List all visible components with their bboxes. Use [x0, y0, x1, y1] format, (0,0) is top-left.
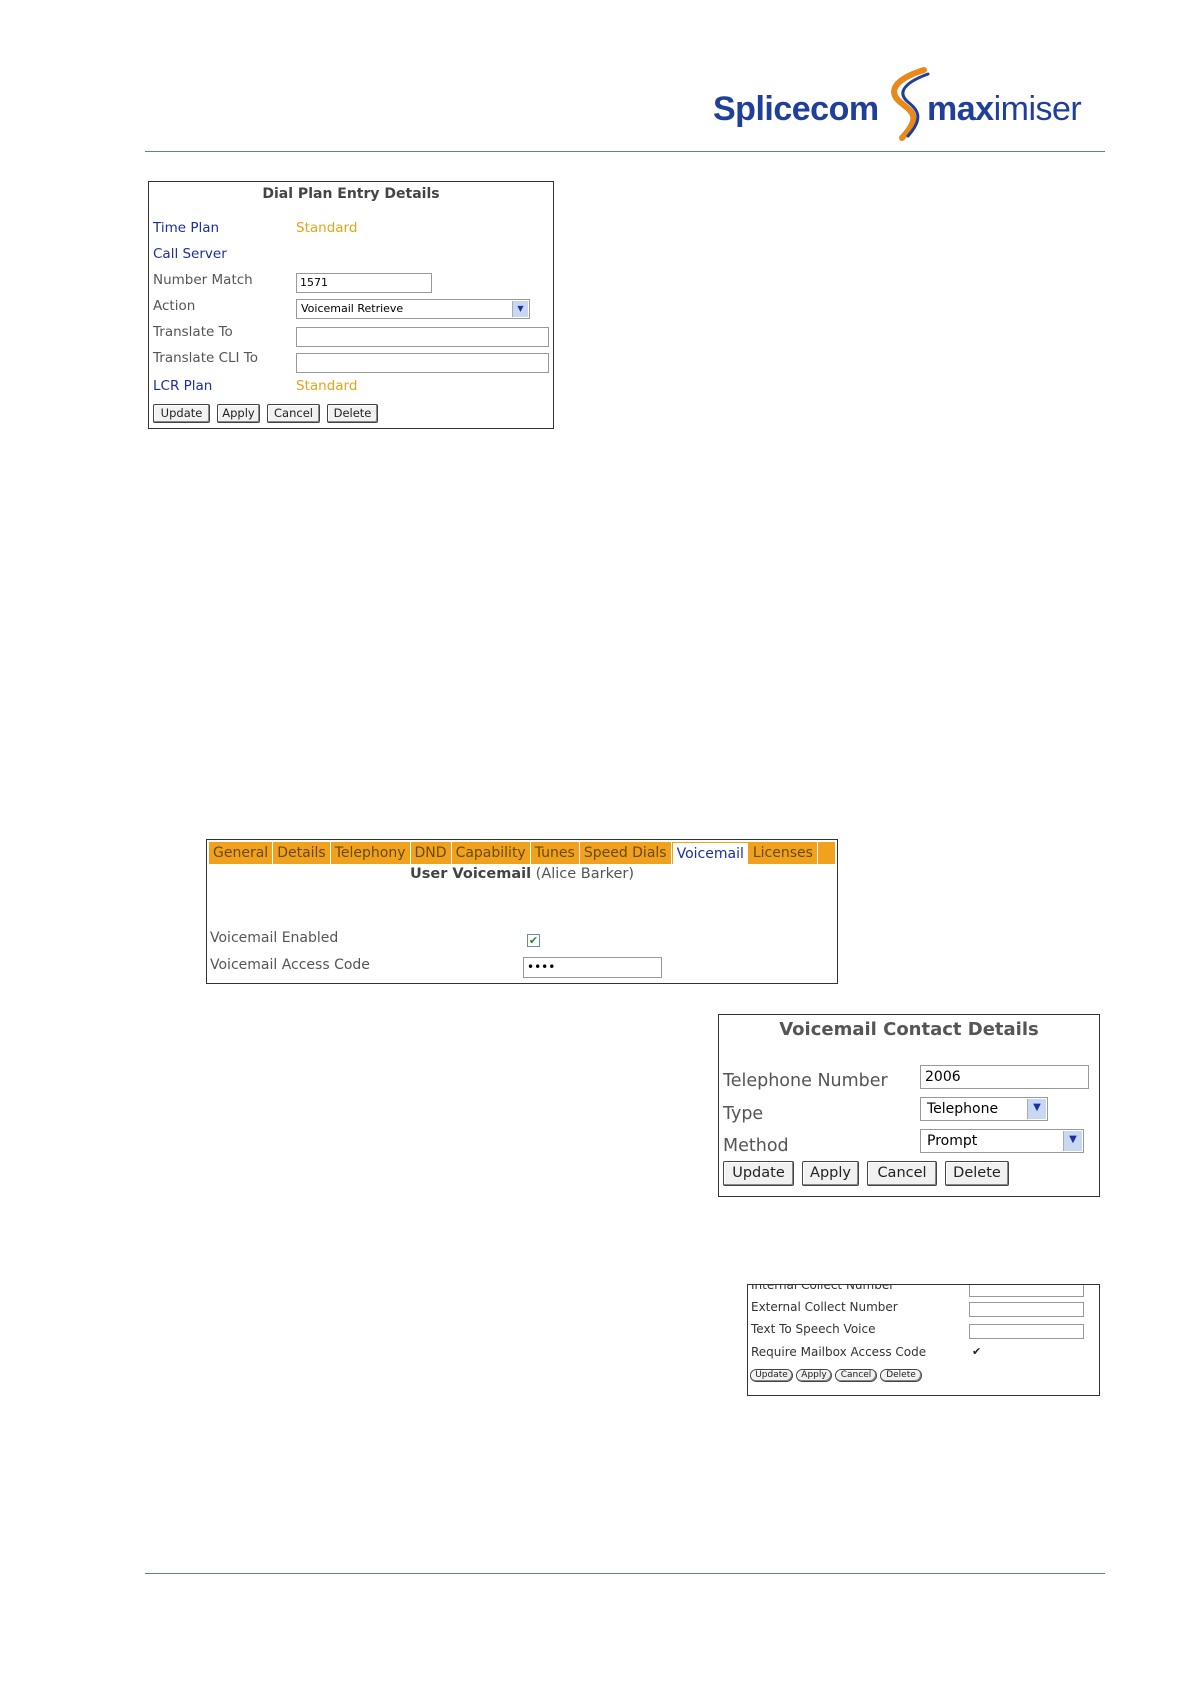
chevron-down-icon: ▼: [1063, 1131, 1082, 1151]
user-voicemail-heading: User Voicemail: [409, 866, 532, 882]
translate-to-input[interactable]: [296, 327, 549, 347]
cancel-button[interactable]: Cancel: [835, 1369, 877, 1382]
voicemail-enabled-checkbox[interactable]: ✔: [527, 934, 540, 947]
method-select[interactable]: Prompt ▼: [920, 1129, 1084, 1153]
telephone-number-label: Telephone Number: [723, 1071, 888, 1091]
voicemail-contact-panel: Voicemail Contact Details Telephone Numb…: [718, 1014, 1100, 1197]
translate-cli-input[interactable]: [296, 353, 549, 373]
footer-divider: [145, 1573, 1105, 1574]
call-server-link[interactable]: Call Server: [153, 246, 227, 262]
tab-dnd[interactable]: DND: [411, 842, 452, 864]
delete-button[interactable]: Delete: [327, 404, 378, 423]
method-label: Method: [723, 1136, 789, 1156]
tab-telephony[interactable]: Telephony: [331, 842, 411, 864]
header-divider: [145, 151, 1105, 152]
type-select[interactable]: Telephone ▼: [920, 1097, 1048, 1121]
text-to-speech-input[interactable]: [969, 1324, 1084, 1339]
translate-to-label: Translate To: [153, 324, 233, 340]
user-voicemail-panel: General Details Telephony DND Capability…: [206, 839, 838, 984]
user-voicemail-title: User Voicemail (Alice Barker): [207, 866, 837, 882]
lcr-plan-link[interactable]: LCR Plan: [153, 378, 212, 394]
number-match-label: Number Match: [153, 272, 253, 288]
tab-tunes[interactable]: Tunes: [531, 842, 580, 864]
user-tabs: General Details Telephony DND Capability…: [209, 842, 835, 864]
translate-cli-label: Translate CLI To: [153, 350, 259, 366]
delete-button[interactable]: Delete: [945, 1161, 1009, 1186]
chevron-down-icon: ▼: [1027, 1099, 1046, 1119]
lcr-plan-value: Standard: [296, 378, 358, 394]
apply-button[interactable]: Apply: [796, 1369, 832, 1382]
dial-plan-title: Dial Plan Entry Details: [262, 186, 440, 202]
telephone-number-input[interactable]: 2006: [920, 1065, 1089, 1089]
user-voicemail-username: (Alice Barker): [535, 866, 635, 882]
tab-licenses[interactable]: Licenses: [749, 842, 818, 864]
checkmark-icon: ✔: [972, 1345, 982, 1358]
update-button[interactable]: Update: [723, 1161, 794, 1186]
time-plan-link[interactable]: Time Plan: [153, 220, 219, 236]
logo-max-bold: max: [927, 90, 994, 128]
voicemail-contact-title: Voicemail Contact Details: [779, 1019, 1039, 1040]
checkmark-icon: ✔: [528, 934, 539, 947]
text-to-speech-label: Text To Speech Voice: [751, 1322, 876, 1336]
time-plan-value: Standard: [296, 220, 358, 236]
apply-button[interactable]: Apply: [217, 404, 260, 423]
external-collect-label: External Collect Number: [751, 1300, 898, 1314]
collect-settings-panel: Internal Collect Number External Collect…: [747, 1284, 1100, 1396]
splicecom-maximiser-logo: Splicecom maximiser: [713, 64, 1103, 144]
voicemail-access-code-label: Voicemail Access Code: [210, 957, 370, 973]
type-label: Type: [723, 1104, 764, 1124]
tab-speed-dials[interactable]: Speed Dials: [580, 842, 672, 864]
update-button[interactable]: Update: [153, 404, 210, 423]
dial-plan-entry-panel: Dial Plan Entry Details Time Plan Standa…: [148, 181, 554, 429]
require-access-code-label: Require Mailbox Access Code: [751, 1345, 927, 1359]
tab-capability[interactable]: Capability: [452, 842, 531, 864]
apply-button[interactable]: Apply: [802, 1161, 859, 1186]
voicemail-enabled-label: Voicemail Enabled: [210, 930, 339, 946]
method-selected-value: Prompt: [927, 1133, 978, 1149]
external-collect-input[interactable]: [969, 1302, 1084, 1317]
require-access-code-checkbox[interactable]: ✔: [972, 1345, 981, 1358]
action-selected-value: Voicemail Retrieve: [301, 302, 404, 315]
delete-button[interactable]: Delete: [880, 1369, 922, 1382]
internal-collect-input[interactable]: [969, 1285, 1084, 1297]
number-match-input[interactable]: 1571: [296, 273, 432, 293]
chevron-down-icon: ▼: [512, 301, 528, 317]
tab-details[interactable]: Details: [273, 842, 331, 864]
logo-maximiser-text: maximiser: [927, 90, 1082, 129]
logo-max-rest: imiser: [993, 90, 1082, 128]
action-label: Action: [153, 298, 196, 314]
type-selected-value: Telephone: [927, 1101, 999, 1117]
cancel-button[interactable]: Cancel: [267, 404, 320, 423]
tab-general[interactable]: General: [209, 842, 274, 864]
voicemail-access-code-input[interactable]: ••••: [523, 957, 662, 978]
cancel-button[interactable]: Cancel: [867, 1161, 937, 1186]
tab-voicemail[interactable]: Voicemail: [671, 842, 749, 864]
internal-collect-label: Internal Collect Number: [751, 1284, 895, 1292]
action-select[interactable]: Voicemail Retrieve ▼: [296, 299, 530, 319]
logo-splicecom-text: Splicecom: [713, 90, 879, 128]
update-button[interactable]: Update: [750, 1369, 793, 1382]
